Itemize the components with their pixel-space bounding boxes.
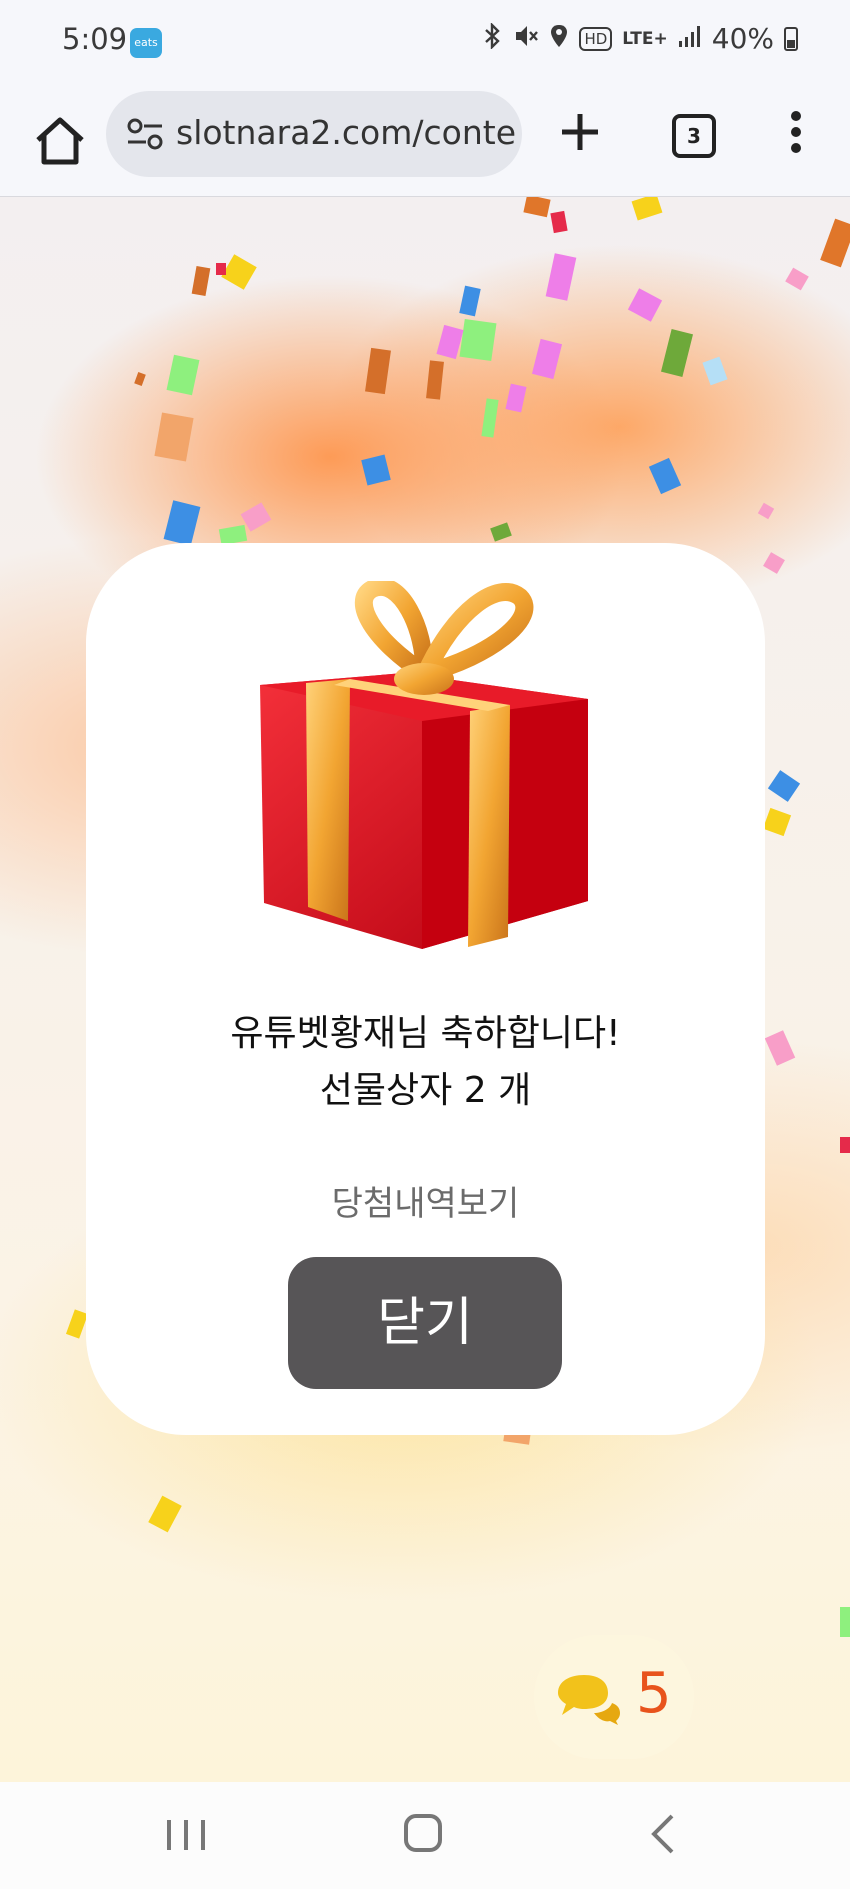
more-options-icon[interactable] [778,108,814,156]
view-history-link[interactable]: 당첨내역보기 [86,1176,765,1225]
eats-app-icon: eats [130,28,162,58]
new-tab-icon[interactable] [556,108,604,156]
status-bar: 5:09 eats HD LTE+ 40% [0,0,850,86]
congrats-text: 유튜벳황재님 축하합니다! [230,1013,621,1054]
tab-switcher-button[interactable]: 3 [672,114,716,158]
url-text[interactable]: slotnara2.com/conte [176,113,516,152]
chat-button[interactable]: 5 [534,1635,694,1759]
recent-apps-icon[interactable] [165,1818,207,1852]
network-type: LTE+ [622,28,668,49]
status-icons: HD LTE+ 40% [483,21,798,55]
mute-icon [513,23,539,55]
address-bar[interactable]: slotnara2.com/conte [106,91,522,177]
gift-box-icon [260,581,588,949]
status-time: 5:09 [62,22,128,56]
back-icon[interactable] [648,1814,676,1854]
battery-percent: 40% [711,22,774,55]
page-content: 유튜벳황재님 축하합니다! 선물상자 2 개 당첨내역보기 닫기 5 [0,197,850,1782]
chat-count: 5 [636,1661,672,1726]
close-button[interactable]: 닫기 [288,1257,562,1389]
browser-toolbar: slotnara2.com/conte 3 [0,86,850,197]
signal-icon [678,24,702,54]
home-nav-icon[interactable] [404,1814,442,1852]
gift-modal: 유튜벳황재님 축하합니다! 선물상자 2 개 당첨내역보기 닫기 [86,543,765,1435]
chat-icon [558,1675,620,1725]
system-nav-bar [0,1782,850,1889]
home-icon[interactable] [30,112,90,168]
hd-voice-icon: HD [579,26,613,51]
gift-count-text: 선물상자 2 개 [319,1070,532,1111]
battery-icon [784,26,798,51]
site-settings-icon[interactable] [126,117,164,151]
bluetooth-icon [483,21,503,55]
location-icon [549,23,569,55]
